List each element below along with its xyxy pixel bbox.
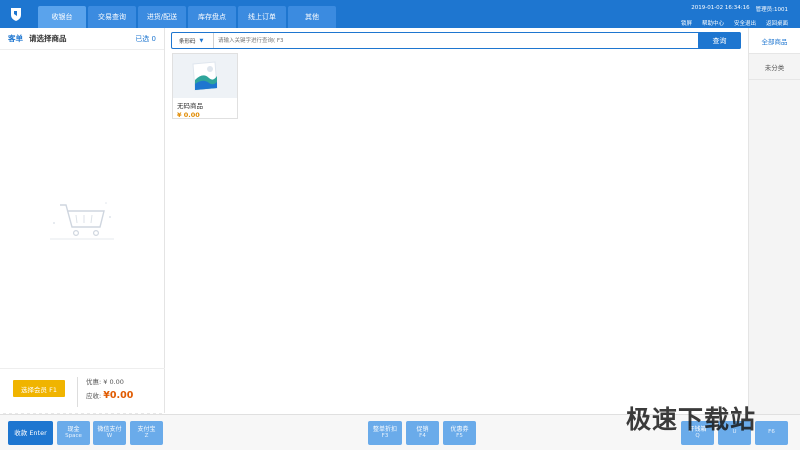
tab-other[interactable]: 其他: [288, 6, 336, 28]
top-bar: 收银台 交易查询 进货/配送 库存盘点 线上订单 其他 2019-01-02 1…: [0, 0, 800, 28]
status-area: 2019-01-02 16:34:16 管理员:1001 锁屏 帮助中心 安全退…: [681, 5, 788, 27]
order-panel: 客单 请选择商品 已选 0 选择会员 F1 优惠: ¥ 0.00 应收: ¥0.…: [0, 28, 165, 416]
category-uncategorized[interactable]: 未分类: [749, 54, 800, 80]
alipay-label: 支付宝: [137, 425, 156, 433]
order-discount-button[interactable]: 整单折扣 F3: [368, 421, 402, 445]
divider: [77, 377, 78, 407]
help-center-link[interactable]: 帮助中心: [702, 19, 724, 27]
key-f6-key: F6: [768, 429, 775, 436]
return-desktop-link[interactable]: 返回桌面: [766, 19, 788, 27]
category-panel: 全部商品 未分类: [748, 28, 800, 414]
search-type-select[interactable]: 条形码 ▼: [172, 33, 214, 48]
select-member-button[interactable]: 选择会员 F1: [13, 380, 65, 397]
product-card[interactable]: 无码商品 ¥ 0.00: [172, 53, 238, 119]
cash-key: Space: [65, 433, 82, 440]
search-input[interactable]: [214, 33, 722, 48]
receivable-amount: ¥0.00: [103, 390, 134, 401]
tab-inventory[interactable]: 库存盘点: [188, 6, 236, 28]
order-header: 客单 请选择商品 已选 0: [0, 28, 164, 50]
coupon-key: F5: [456, 433, 463, 440]
selected-count: 已选 0: [135, 34, 156, 43]
pay-button[interactable]: 收款 Enter: [8, 421, 53, 445]
pay-key: Enter: [29, 428, 47, 437]
receivable-label: 应收:: [86, 392, 102, 400]
product-placeholder-icon: [192, 61, 218, 91]
search-bar: 条形码 ▼: [171, 32, 741, 49]
tab-transactions[interactable]: 交易查询: [88, 6, 136, 28]
cash-label: 现金: [67, 425, 80, 433]
product-name: 无码商品: [177, 102, 203, 110]
main-nav: 收银台 交易查询 进货/配送 库存盘点 线上订单 其他: [38, 6, 338, 28]
tab-online-orders[interactable]: 线上订单: [238, 6, 286, 28]
chevron-down-icon: ▼: [199, 37, 204, 44]
product-image: [173, 54, 237, 98]
cash-button[interactable]: 现金 Space: [57, 421, 90, 445]
tab-cashier[interactable]: 收银台: [38, 6, 86, 28]
order-discount-key: F3: [381, 433, 389, 440]
shield-logo-icon: [11, 8, 21, 21]
site-watermark: 极速下载站: [626, 405, 757, 434]
alipay-key: Z: [144, 433, 149, 440]
lock-screen-link[interactable]: 锁屏: [681, 19, 692, 27]
datetime: 2019-01-02 16:34:16: [691, 5, 750, 11]
promotion-button[interactable]: 促销 F4: [406, 421, 439, 445]
receivable-row: 应收: ¥0.00: [86, 390, 133, 401]
wechat-pay-key: W: [106, 433, 113, 440]
checkout-summary: 选择会员 F1 优惠: ¥ 0.00 应收: ¥0.00: [0, 368, 165, 416]
order-discount-label: 整单折扣: [372, 425, 397, 433]
search-button[interactable]: 查询: [698, 32, 741, 49]
category-all[interactable]: 全部商品: [749, 28, 800, 54]
empty-cart-icon: [50, 202, 114, 240]
tab-purchase-delivery[interactable]: 进货/配送: [138, 6, 186, 28]
wechat-pay-button[interactable]: 微信支付 W: [93, 421, 126, 445]
product-price: ¥ 0.00: [177, 111, 200, 119]
pay-label: 收款: [14, 428, 28, 437]
order-tag: 客单: [8, 34, 23, 43]
search-type-label: 条形码: [179, 38, 196, 45]
promotion-key: F4: [419, 433, 426, 440]
order-title: 请选择商品: [29, 34, 67, 43]
key-f6-button[interactable]: F6: [755, 421, 788, 445]
wechat-pay-label: 微信支付: [97, 425, 122, 433]
alipay-button[interactable]: 支付宝 Z: [130, 421, 163, 445]
logout-link[interactable]: 安全退出: [734, 19, 756, 27]
discount-amount: 优惠: ¥ 0.00: [86, 378, 124, 386]
coupon-button[interactable]: 优惠券 F5: [443, 421, 476, 445]
product-area: 条形码 ▼ 查询 无码商品 ¥ 0.00: [166, 28, 748, 414]
coupon-label: 优惠券: [450, 425, 469, 433]
promotion-label: 促销: [416, 425, 429, 433]
operator: 管理员:1001: [755, 7, 788, 13]
